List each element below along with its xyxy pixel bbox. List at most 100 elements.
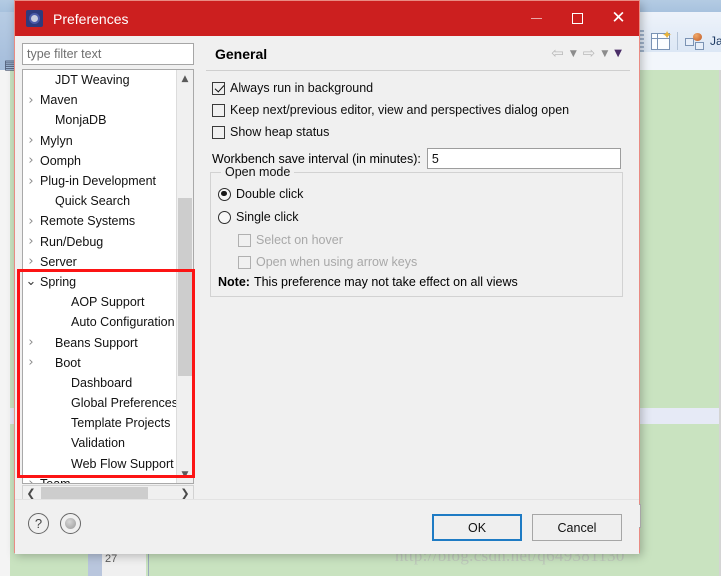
ok-button[interactable]: OK xyxy=(432,514,522,541)
tree-item[interactable]: › Team xyxy=(23,474,178,483)
tree-item[interactable]: › Plug-in Development xyxy=(23,171,178,191)
tree-item-label: Template Projects xyxy=(71,416,171,431)
chevron-right-icon[interactable]: › xyxy=(23,174,39,189)
tree-item-label: Remote Systems xyxy=(40,214,136,229)
scroll-up-icon[interactable]: ▲ xyxy=(177,70,193,87)
tree-item[interactable]: Validation xyxy=(23,433,178,453)
chevron-right-icon[interactable]: › xyxy=(23,234,39,249)
radio-row-double-click[interactable]: Double click xyxy=(218,187,303,201)
chevron-right-icon[interactable]: › xyxy=(23,93,39,108)
tree-item[interactable]: › Oomph xyxy=(23,151,178,171)
tree-item-label: Beans Support xyxy=(55,335,138,350)
checkbox-icon[interactable] xyxy=(212,125,225,139)
ide-editor-separator xyxy=(148,554,149,576)
record-dot-icon xyxy=(65,518,76,529)
perspective-label: Ja xyxy=(710,34,721,48)
tree-item[interactable]: › Mylyn xyxy=(23,131,178,151)
tree-item[interactable]: JDT Weaving xyxy=(23,70,178,90)
panel-menu-icon[interactable]: ▼ xyxy=(614,48,622,59)
new-java-project-icon[interactable]: ✦ xyxy=(651,27,672,50)
tree-item[interactable]: › Run/Debug xyxy=(23,232,178,252)
tree-item[interactable]: › Beans Support xyxy=(23,332,178,352)
tree-item[interactable]: › Boot xyxy=(23,353,178,373)
tree-item[interactable]: ⌄ Spring xyxy=(23,272,178,292)
tree-item-label: Auto Configuration xyxy=(71,315,175,330)
radio-row-single-click[interactable]: Single click xyxy=(218,210,299,224)
preferences-dialog: Preferences ✕ JDT Weaving›MavenMonjaDB›M… xyxy=(14,0,641,554)
checkbox-label: Keep next/previous editor, view and pers… xyxy=(230,103,570,117)
tree-item[interactable]: AOP Support xyxy=(23,292,178,312)
chevron-right-icon[interactable]: › xyxy=(23,476,39,483)
checkbox-label: Show heap status xyxy=(230,125,330,139)
checkbox-icon xyxy=(238,233,251,247)
tree-item-label: Oomph xyxy=(40,153,81,168)
ide-gutter-column xyxy=(88,554,102,576)
maximize-icon xyxy=(572,13,583,24)
java-bean-icon xyxy=(693,32,702,41)
minimize-button[interactable] xyxy=(516,1,557,36)
checkbox-row-select-on-hover: Select on hover xyxy=(238,233,343,247)
forward-dropdown-icon[interactable]: ▼ xyxy=(601,49,608,59)
checkbox-row-show-heap-status[interactable]: Show heap status xyxy=(212,125,329,139)
tree-item-label: Server xyxy=(40,254,77,269)
chevron-right-icon[interactable]: › xyxy=(23,133,39,148)
scroll-down-icon[interactable]: ▼ xyxy=(177,466,193,483)
tree-item-label: Global Preferences xyxy=(71,396,179,411)
cancel-button[interactable]: Cancel xyxy=(532,514,622,541)
tree-item[interactable]: › Maven xyxy=(23,90,178,110)
node-icon-b xyxy=(695,41,704,50)
checkbox-row-keep-dialog-open[interactable]: Keep next/previous editor, view and pers… xyxy=(212,103,569,117)
filter-text-box[interactable] xyxy=(22,43,194,65)
tree-item-label: Run/Debug xyxy=(40,234,104,249)
chevron-right-icon[interactable]: › xyxy=(23,254,39,269)
open-mode-note: Note: This preference may not take effec… xyxy=(218,275,518,289)
note-prefix: Note: xyxy=(218,275,250,289)
save-interval-label: Workbench save interval (in minutes): xyxy=(212,151,421,166)
chevron-right-icon[interactable]: › xyxy=(23,153,39,168)
tree-item[interactable]: › Server xyxy=(23,252,178,272)
checkbox-row-always-run-in-background[interactable]: Always run in background xyxy=(212,81,373,95)
chevron-right-icon[interactable]: › xyxy=(23,355,39,370)
tree-item[interactable]: Global Preferences xyxy=(23,393,178,413)
chevron-right-icon[interactable]: › xyxy=(23,214,39,229)
tree-vertical-scrollbar[interactable]: ▲ ▼ xyxy=(176,70,193,483)
search-input[interactable] xyxy=(23,46,193,62)
checkbox-icon[interactable] xyxy=(212,81,225,95)
tree-item-list: JDT Weaving › Maven MonjaDB › Mylyn › Oomph › Plu… xyxy=(23,70,178,483)
dialog-titlebar[interactable]: Preferences ✕ xyxy=(15,1,639,36)
tree-item-label: Validation xyxy=(71,436,125,451)
help-icon[interactable]: ? xyxy=(28,513,49,534)
tree-item[interactable]: Web Flow Support xyxy=(23,454,178,474)
tree-item-label: AOP Support xyxy=(71,295,145,310)
back-dropdown-icon[interactable]: ▼ xyxy=(570,49,577,59)
star-icon: ✦ xyxy=(661,27,672,42)
back-arrow-icon[interactable]: ⇦ xyxy=(551,46,564,61)
chevron-down-icon[interactable]: ⌄ xyxy=(23,275,39,288)
scrollbar-thumb[interactable] xyxy=(178,198,192,376)
record-icon[interactable] xyxy=(60,513,81,534)
tree-item-label: Plug-in Development xyxy=(40,174,157,189)
radio-icon[interactable] xyxy=(218,210,231,224)
tree-item[interactable]: › Remote Systems xyxy=(23,211,178,231)
note-text: This preference may not take effect on a… xyxy=(253,275,518,289)
save-interval-input[interactable]: 5 xyxy=(426,148,621,169)
tree-item[interactable]: Dashboard xyxy=(23,373,178,393)
tree-item-label: Boot xyxy=(55,355,81,370)
java-perspective-icon[interactable] xyxy=(685,32,704,50)
radio-icon[interactable] xyxy=(218,187,231,201)
forward-arrow-icon[interactable]: ⇨ xyxy=(583,46,596,61)
tree-item[interactable]: Auto Configuration xyxy=(23,312,178,332)
tree-item[interactable]: Quick Search xyxy=(23,191,178,211)
gear-icon xyxy=(26,10,43,27)
close-icon: ✕ xyxy=(611,8,626,28)
tree-item[interactable]: Template Projects xyxy=(23,413,178,433)
close-button[interactable]: ✕ xyxy=(598,1,639,36)
preferences-tree[interactable]: JDT Weaving › Maven MonjaDB › Mylyn › Oomph › Plu… xyxy=(22,69,194,484)
tree-item-label: MonjaDB xyxy=(55,113,107,128)
tree-item[interactable]: MonjaDB xyxy=(23,110,178,130)
checkbox-icon[interactable] xyxy=(212,103,225,117)
tree-item-label: Maven xyxy=(40,93,78,108)
ide-toolbar-group: ✦ Ja xyxy=(638,27,721,52)
chevron-right-icon[interactable]: › xyxy=(23,335,39,350)
maximize-button[interactable] xyxy=(557,1,598,36)
